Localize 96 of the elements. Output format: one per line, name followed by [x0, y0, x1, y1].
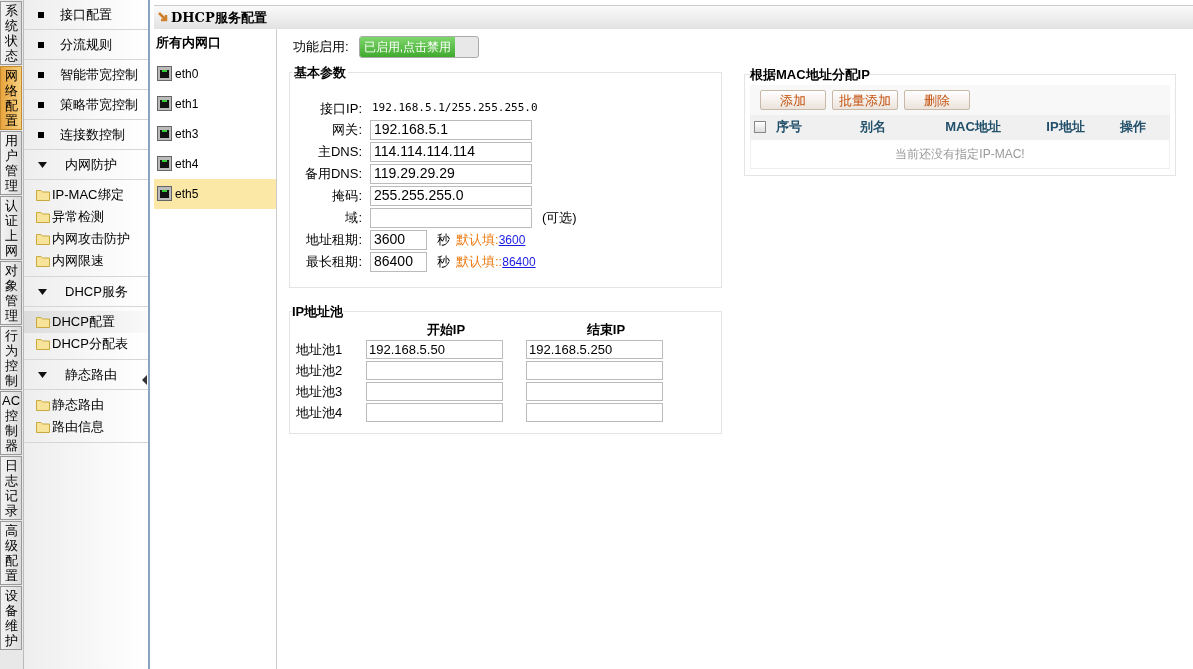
- end-ip-input[interactable]: [526, 361, 663, 380]
- submenu-item[interactable]: DHCP配置: [24, 311, 148, 333]
- vertical-tab[interactable]: 设备维护: [0, 586, 22, 650]
- vertical-tab[interactable]: 系统状态: [0, 1, 22, 65]
- lease-input[interactable]: 86400: [370, 251, 427, 272]
- end-ip-input[interactable]: [526, 382, 663, 401]
- network-port-icon: [157, 156, 172, 171]
- column-header: 操作: [1120, 118, 1146, 134]
- interface-item[interactable]: eth0: [154, 58, 276, 89]
- lease-input[interactable]: 3600: [370, 229, 427, 250]
- interface-item[interactable]: eth4: [154, 148, 276, 179]
- column-header: 开始IP: [426, 322, 466, 338]
- bullet-icon: [38, 11, 44, 18]
- field-label: 掩码:: [331, 186, 363, 205]
- bullet-icon: [38, 131, 44, 138]
- field-label: 接口IP:: [319, 99, 363, 118]
- column-header: IP地址: [1046, 118, 1085, 134]
- column-header: 别名: [860, 118, 886, 134]
- pool-label: 地址池4: [296, 403, 344, 422]
- start-ip-input[interactable]: 192.168.5.50: [366, 340, 503, 359]
- start-ip-input[interactable]: [366, 382, 503, 401]
- unit-label: 秒: [437, 230, 450, 249]
- folder-icon: [36, 189, 50, 201]
- interface-item[interactable]: eth1: [154, 88, 276, 119]
- submenu-item[interactable]: IP-MAC绑定: [24, 184, 148, 206]
- bullet-icon: [38, 101, 44, 108]
- optional-hint: (可选): [542, 208, 577, 227]
- folder-icon: [36, 421, 50, 433]
- vertical-tab[interactable]: 用户管理: [0, 131, 22, 195]
- network-port-icon: [157, 126, 172, 141]
- default-hint: 默认填::: [456, 252, 503, 271]
- vertical-tab[interactable]: 网络配置: [0, 66, 22, 130]
- text-input[interactable]: 255.255.255.0: [370, 185, 532, 206]
- submenu-item[interactable]: 内网限速: [24, 250, 148, 272]
- submenu-item[interactable]: 静态路由: [24, 394, 148, 416]
- pool-label: 地址池1: [296, 340, 344, 359]
- folder-icon: [36, 338, 50, 350]
- vertical-tab[interactable]: 行为控制: [0, 326, 22, 390]
- submenu-item[interactable]: 异常检测: [24, 206, 148, 228]
- field-label: 备用DNS:: [303, 164, 363, 183]
- network-port-icon: [157, 186, 172, 201]
- default-link[interactable]: 3600: [498, 230, 526, 249]
- bullet-icon: [38, 41, 44, 48]
- pool-label: 地址池2: [296, 361, 344, 380]
- network-port-icon: [157, 96, 172, 111]
- toolbar-button[interactable]: 批量添加: [832, 89, 898, 110]
- section-title: 根据MAC地址分配IP: [750, 66, 870, 84]
- page-title: DHCP服务配置: [171, 8, 267, 27]
- enable-label: 功能启用:: [293, 38, 349, 57]
- folder-icon: [36, 233, 50, 245]
- select-all-checkbox[interactable]: [754, 120, 766, 133]
- end-ip-input[interactable]: 192.168.5.250: [526, 340, 663, 359]
- vertical-tab[interactable]: 认证上网: [0, 196, 22, 260]
- text-input[interactable]: 114.114.114.114: [370, 141, 532, 162]
- network-port-icon: [157, 66, 172, 81]
- unit-label: 秒: [437, 252, 450, 271]
- end-ip-input[interactable]: [526, 403, 663, 422]
- default-link[interactable]: 86400: [502, 252, 536, 271]
- text-input[interactable]: 119.29.29.29: [370, 163, 532, 184]
- submenu-item[interactable]: 内网攻击防护: [24, 228, 148, 250]
- collapse-arrow-icon[interactable]: [142, 375, 147, 385]
- interface-item[interactable]: eth3: [154, 118, 276, 149]
- interface-item[interactable]: eth5: [154, 178, 276, 209]
- field-label: 网关:: [331, 120, 363, 139]
- section-title: 基本参数: [293, 64, 347, 82]
- section-title: IP地址池: [292, 302, 344, 321]
- bullet-icon: [38, 71, 44, 78]
- vertical-tab[interactable]: 对象管理: [0, 261, 22, 325]
- folder-icon: [36, 399, 50, 411]
- start-ip-input[interactable]: [366, 361, 503, 380]
- vertical-tab[interactable]: 日志记录: [0, 456, 22, 520]
- submenu-item[interactable]: DHCP分配表: [24, 333, 148, 355]
- submenu-item[interactable]: 路由信息: [24, 416, 148, 438]
- field-label: 最长租期:: [305, 252, 363, 271]
- field-label: 域:: [344, 208, 363, 227]
- text-input[interactable]: 192.168.5.1: [370, 119, 532, 140]
- toolbar-button[interactable]: 删除: [904, 89, 970, 110]
- folder-icon: [36, 211, 50, 223]
- vertical-tab[interactable]: AC控制器: [0, 391, 22, 455]
- interface-ip-value: 192.168.5.1/255.255.255.0: [371, 100, 538, 117]
- pool-label: 地址池3: [296, 382, 344, 401]
- arrow-icon: [158, 12, 169, 23]
- folder-icon: [36, 255, 50, 267]
- start-ip-input[interactable]: [366, 403, 503, 422]
- empty-message: 当前还没有指定IP-MAC!: [895, 145, 1025, 163]
- folder-icon: [36, 316, 50, 328]
- field-label: 主DNS:: [316, 142, 363, 161]
- column-header: 序号: [776, 118, 802, 134]
- default-hint: 默认填:: [456, 230, 499, 249]
- vertical-tab[interactable]: 高级配置: [0, 521, 22, 585]
- field-label: 地址租期:: [305, 230, 363, 249]
- text-input[interactable]: [370, 207, 532, 228]
- toolbar-button[interactable]: 添加: [760, 89, 826, 110]
- column-header: 结束IP: [586, 322, 626, 338]
- interface-list-title: 所有内网口: [155, 34, 222, 52]
- column-header: MAC地址: [945, 118, 1001, 134]
